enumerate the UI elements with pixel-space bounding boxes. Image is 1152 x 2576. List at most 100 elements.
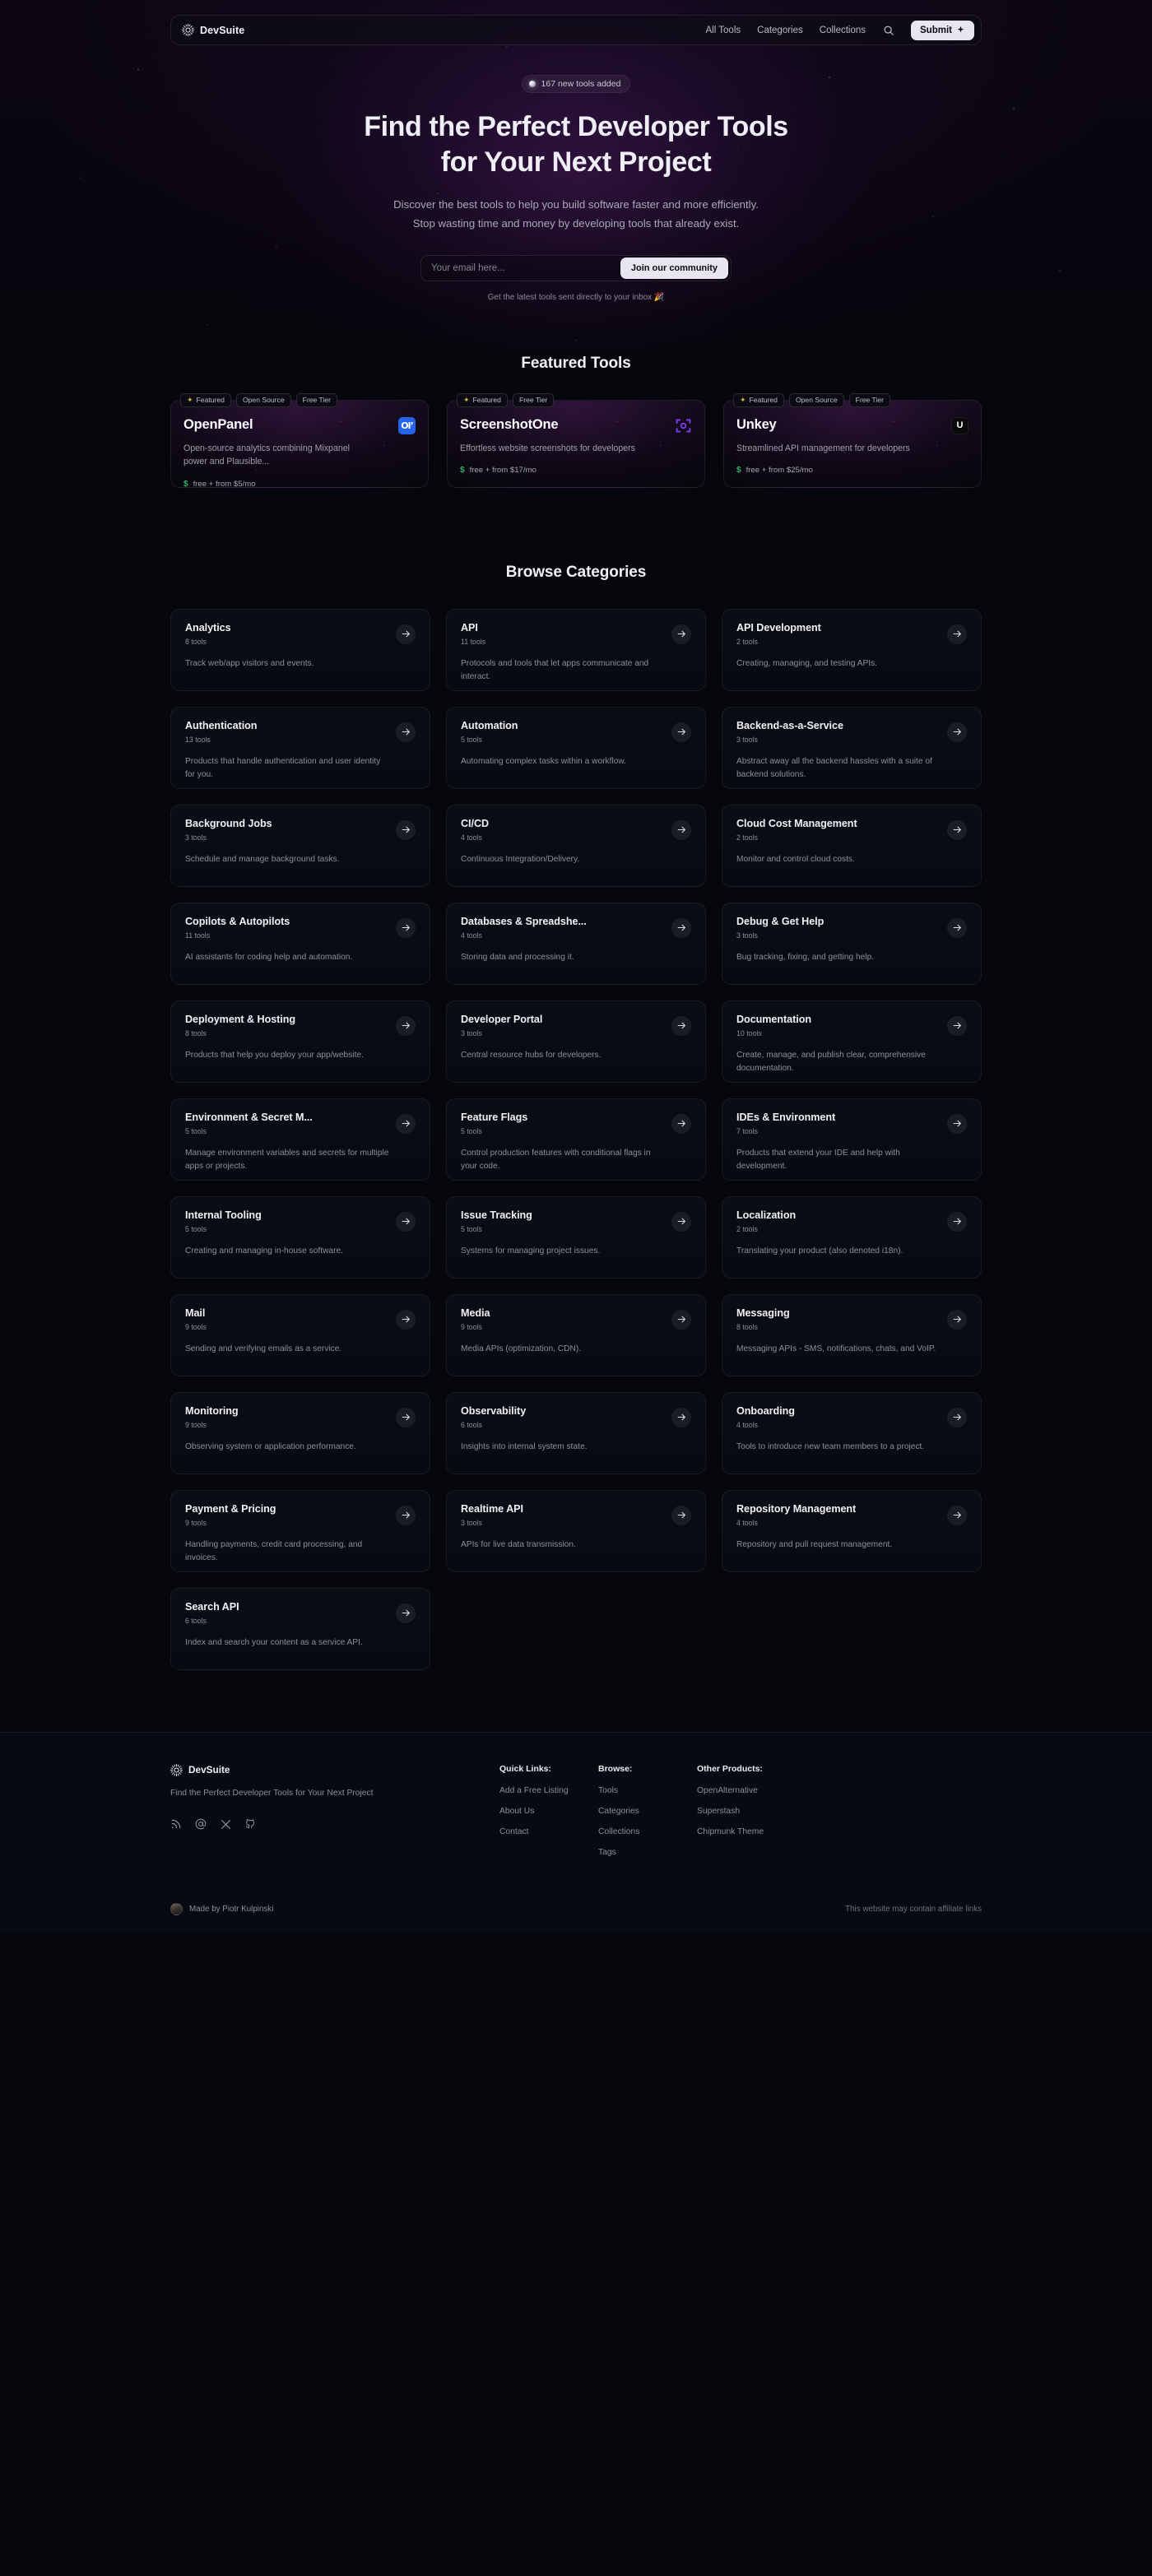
arrow-right-icon[interactable] [947, 917, 967, 938]
submit-button[interactable]: Submit [911, 20, 974, 40]
category-card[interactable]: Observability 6 tools Insights into intern… [446, 1391, 706, 1474]
category-card[interactable]: Authentication 13 tools Products that hand… [170, 706, 430, 789]
arrow-right-icon[interactable] [396, 722, 416, 742]
arrow-right-icon[interactable] [947, 1309, 967, 1330]
footer-link-tools[interactable]: Tools [598, 1786, 697, 1795]
category-card[interactable]: Monitoring 9 tools Observing system or app… [170, 1391, 430, 1474]
category-tool-count: 9 tools [461, 1322, 482, 1331]
email-input[interactable] [421, 255, 620, 281]
arrow-right-icon[interactable] [396, 917, 416, 938]
category-card[interactable]: Debug & Get Help 3 tools Bug tracking, fix… [722, 902, 982, 985]
arrow-right-icon[interactable] [396, 1505, 416, 1525]
footer-link-chipmunk-theme[interactable]: Chipmunk Theme [697, 1827, 820, 1836]
category-tool-count: 5 tools [185, 1224, 207, 1233]
footer-link-contact[interactable]: Contact [499, 1827, 598, 1836]
category-card[interactable]: Backend-as-a-Service 3 tools Abstract away… [722, 706, 982, 789]
nav-link-collections[interactable]: Collections [820, 26, 866, 35]
category-card[interactable]: Background Jobs 3 tools Schedule and manag… [170, 804, 430, 887]
arrow-right-icon[interactable] [947, 624, 967, 644]
arrow-right-icon[interactable] [947, 1505, 967, 1525]
category-card[interactable]: Databases & Spreadshe... 4 tools Storing d… [446, 902, 706, 985]
category-card[interactable]: Cloud Cost Management 2 tools Monitor and … [722, 804, 982, 887]
newsletter-form: Join our community [420, 254, 732, 281]
category-card[interactable]: Documentation 10 tools Create, manage, and… [722, 1000, 982, 1083]
brand[interactable]: DevSuite [182, 24, 244, 36]
arrow-right-icon[interactable] [947, 819, 967, 840]
category-card[interactable]: Realtime API 3 tools APIs for live data tr… [446, 1489, 706, 1572]
arrow-right-icon[interactable] [671, 917, 691, 938]
category-card[interactable]: Analytics 8 tools Track web/app visitors a… [170, 608, 430, 691]
tag-free-tier: Free Tier [512, 392, 555, 407]
arrow-right-icon[interactable] [671, 1211, 691, 1232]
arrow-right-icon[interactable] [671, 1113, 691, 1134]
category-card[interactable]: Search API 6 tools Index and search your c… [170, 1587, 430, 1670]
category-card[interactable]: CI/CD 4 tools Continuous Integration/Deliv… [446, 804, 706, 887]
category-card[interactable]: Messaging 8 tools Messaging APIs - SMS, no… [722, 1293, 982, 1376]
category-card[interactable]: Developer Portal 3 tools Central resource … [446, 1000, 706, 1083]
footer-link-tags[interactable]: Tags [598, 1848, 697, 1857]
arrow-right-icon[interactable] [671, 1015, 691, 1036]
arrow-right-icon[interactable] [396, 819, 416, 840]
category-description: Manage environment variables and secrets… [185, 1148, 389, 1172]
arrow-right-icon[interactable] [396, 1603, 416, 1623]
github-icon[interactable] [244, 1818, 256, 1830]
category-tool-count: 2 tools [736, 637, 758, 646]
arrow-right-icon[interactable] [671, 624, 691, 644]
category-card[interactable]: Deployment & Hosting 8 tools Products that… [170, 1000, 430, 1083]
x-twitter-icon[interactable] [220, 1818, 231, 1830]
category-card[interactable]: API 11 tools Protocols and tools that let … [446, 608, 706, 691]
arrow-right-icon[interactable] [396, 1015, 416, 1036]
category-card[interactable]: Mail 9 tools Sending and verifying emails … [170, 1293, 430, 1376]
arrow-right-icon[interactable] [947, 1407, 967, 1427]
category-card[interactable]: IDEs & Environment 7 tools Products that e… [722, 1098, 982, 1181]
category-card[interactable]: Localization 2 tools Translating your prod… [722, 1195, 982, 1279]
arrow-right-icon[interactable] [947, 1211, 967, 1232]
tool-card[interactable]: ✦ Featured Open Source Free Tier OpenPan… [170, 392, 429, 489]
tool-card[interactable]: ✦ Featured Open Source Free Tier Unkey U… [723, 392, 982, 488]
category-card[interactable]: Onboarding 4 tools Tools to introduce new … [722, 1391, 982, 1474]
nav-link-all-tools[interactable]: All Tools [706, 26, 741, 35]
arrow-right-icon[interactable] [396, 1113, 416, 1134]
arrow-right-icon[interactable] [396, 1407, 416, 1427]
category-card[interactable]: Copilots & Autopilots 11 tools AI assistan… [170, 902, 430, 985]
arrow-right-icon[interactable] [947, 1113, 967, 1134]
arrow-right-icon[interactable] [396, 1309, 416, 1330]
category-card[interactable]: Payment & Pricing 9 tools Handling payment… [170, 1489, 430, 1572]
category-name: Messaging [736, 1307, 790, 1319]
tool-card[interactable]: ✦ Featured Free Tier ScreenshotOne Effor… [447, 392, 705, 488]
featured-tools-title: Featured Tools [521, 354, 631, 372]
footer-link-categories[interactable]: Categories [598, 1807, 697, 1816]
arrow-right-icon[interactable] [671, 722, 691, 742]
nav-link-categories[interactable]: Categories [757, 26, 803, 35]
rss-icon[interactable] [170, 1818, 182, 1830]
category-card[interactable]: Feature Flags 5 tools Control production f… [446, 1098, 706, 1181]
category-card[interactable]: Repository Management 4 tools Repository a… [722, 1489, 982, 1572]
category-card[interactable]: Issue Tracking 5 tools Systems for managin… [446, 1195, 706, 1279]
footer-brand[interactable]: DevSuite [170, 1763, 499, 1776]
category-card[interactable]: Automation 5 tools Automating complex task… [446, 706, 706, 789]
category-card[interactable]: Internal Tooling 5 tools Creating and mana… [170, 1195, 430, 1279]
footer-link-superstash[interactable]: Superstash [697, 1807, 820, 1816]
at-email-icon[interactable] [195, 1818, 207, 1830]
join-community-button[interactable]: Join our community [620, 257, 728, 279]
category-card[interactable]: Media 9 tools Media APIs (optimization, CD… [446, 1293, 706, 1376]
arrow-right-icon[interactable] [671, 1407, 691, 1427]
search-icon[interactable] [882, 24, 894, 36]
arrow-right-icon[interactable] [396, 1211, 416, 1232]
arrow-right-icon[interactable] [671, 819, 691, 840]
footer-link-openalternative[interactable]: OpenAlternative [697, 1786, 820, 1795]
arrow-right-icon[interactable] [396, 624, 416, 644]
footer-tagline: Find the Perfect Developer Tools for You… [170, 1788, 374, 1798]
tool-price: $ free + from $17/mo [460, 466, 692, 475]
category-tool-count: 6 tools [185, 1616, 207, 1625]
footer-link-add-a-free-listing[interactable]: Add a Free Listing [499, 1786, 598, 1795]
arrow-right-icon[interactable] [947, 722, 967, 742]
footer-link-collections[interactable]: Collections [598, 1827, 697, 1836]
category-card[interactable]: Environment & Secret M... 5 tools Manage e… [170, 1098, 430, 1181]
arrow-right-icon[interactable] [947, 1015, 967, 1036]
arrow-right-icon[interactable] [671, 1505, 691, 1525]
footer-link-about-us[interactable]: About Us [499, 1807, 598, 1816]
arrow-right-icon[interactable] [671, 1309, 691, 1330]
category-card[interactable]: API Development 2 tools Creating, managing… [722, 608, 982, 691]
category-description: Messaging APIs - SMS, notifications, cha… [736, 1344, 936, 1353]
